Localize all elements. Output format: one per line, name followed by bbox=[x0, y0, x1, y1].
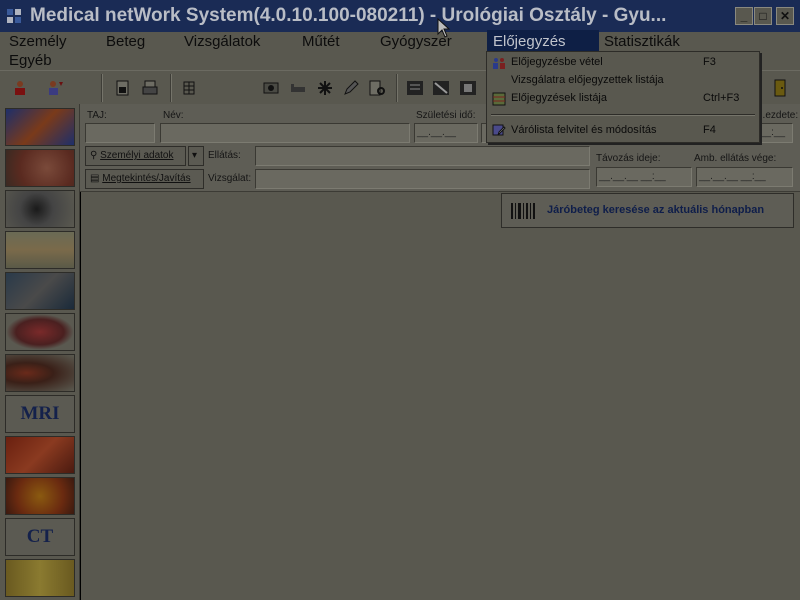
nev-input[interactable] bbox=[160, 123, 410, 143]
person-small-icon: ⚲ bbox=[90, 150, 101, 161]
menu-item-vizsgalatra-elojegyzettek[interactable]: Vizsgálatra előjegyzettek listája bbox=[511, 74, 664, 86]
module-imaging-button[interactable] bbox=[5, 272, 75, 310]
report-icon[interactable] bbox=[368, 79, 386, 97]
pencil-icon[interactable] bbox=[342, 79, 360, 97]
elojegyzes-dropdown: Előjegyzésbe vétel F3 Vizsgálatra előjeg… bbox=[486, 51, 760, 143]
vizsgalat-label: Vizsgálat: bbox=[208, 173, 252, 184]
person-icon[interactable] bbox=[11, 79, 29, 97]
grid-list-icon bbox=[492, 92, 506, 106]
window-title: Medical netWork System(4.0.10.100-080211… bbox=[30, 5, 667, 26]
menu-szemely[interactable]: Személy bbox=[9, 33, 67, 50]
print-icon[interactable] bbox=[141, 79, 159, 97]
vizsgalat-input[interactable] bbox=[255, 169, 590, 189]
document-icon[interactable] bbox=[114, 79, 132, 97]
bed-icon[interactable] bbox=[289, 79, 307, 97]
people-add-icon bbox=[493, 58, 505, 69]
menu-statisztikak[interactable]: Statisztikák bbox=[604, 33, 680, 50]
amb-ellatas-vege-input[interactable]: __.__.__ __:__ bbox=[696, 167, 793, 187]
megtekintes-javitas-label: Megtekintés/Javítás bbox=[102, 173, 191, 184]
title-bar: Medical netWork System(4.0.10.100-080211… bbox=[0, 0, 800, 32]
shortcut-f4: F4 bbox=[703, 124, 716, 136]
card-icon: ▤ bbox=[90, 173, 103, 184]
mouse-cursor-icon bbox=[437, 18, 451, 38]
exit-door-icon[interactable] bbox=[771, 79, 789, 97]
tavozas-ideje-label: Távozás ideje: bbox=[596, 153, 661, 164]
module-heart-button[interactable] bbox=[5, 190, 75, 228]
barcode-icon bbox=[511, 203, 535, 219]
jarobeteg-kereses-label: Járóbeteg keresése az aktuális hónapban bbox=[547, 204, 765, 216]
grid-icon[interactable] bbox=[180, 79, 198, 97]
examination-icon[interactable] bbox=[262, 79, 280, 97]
module-vessels-button[interactable] bbox=[5, 436, 75, 474]
module-lungs-button[interactable] bbox=[5, 313, 75, 351]
menu-mutet[interactable]: Műtét bbox=[302, 33, 340, 50]
menu-separator bbox=[491, 114, 755, 116]
szemelyi-adatok-label: Személyi adatok bbox=[100, 150, 174, 161]
module-kidneys-button[interactable] bbox=[5, 354, 75, 392]
module-mri-button[interactable]: MRI bbox=[5, 395, 75, 433]
kezdete-time-input[interactable]: __:__ bbox=[757, 123, 793, 143]
menu-vizsgalatok[interactable]: Vizsgálatok bbox=[184, 33, 260, 50]
amb-ellatas-vege-label: Amb. ellátás vége: bbox=[694, 153, 777, 164]
tavozas-ideje-input[interactable]: __.__.__ __:__ bbox=[596, 167, 692, 187]
shortcut-f3: F3 bbox=[703, 56, 716, 68]
shortcut-ctrl-f3: Ctrl+F3 bbox=[703, 92, 740, 104]
menu-beteg[interactable]: Beteg bbox=[106, 33, 145, 50]
toolbar-separator bbox=[170, 74, 172, 102]
szemelyi-adatok-button[interactable]: ⚲ Személyi adatok bbox=[85, 146, 186, 166]
close-button[interactable]: ✕ bbox=[776, 7, 794, 25]
snowflake-icon[interactable] bbox=[316, 79, 334, 97]
syringe-icon[interactable] bbox=[432, 79, 450, 97]
szemelyi-adatok-dropdown[interactable]: ▾ bbox=[188, 146, 204, 166]
taj-input[interactable] bbox=[85, 123, 155, 143]
left-module-strip: MRI CT bbox=[0, 104, 80, 600]
patient-icon[interactable] bbox=[46, 79, 64, 97]
jarobeteg-kereses-button[interactable]: Járóbeteg keresése az aktuális hónapban bbox=[501, 193, 794, 228]
minimize-button[interactable]: _ bbox=[735, 7, 753, 25]
toolbar-separator bbox=[101, 74, 103, 102]
ellatas-input[interactable] bbox=[255, 146, 590, 166]
chevron-down-icon: ▾ bbox=[192, 150, 198, 161]
module-ear-button[interactable] bbox=[5, 149, 75, 187]
module-ct-button[interactable]: CT bbox=[5, 518, 75, 556]
menu-elojegyzes[interactable]: Előjegyzés bbox=[493, 33, 566, 50]
menu-egyeb[interactable]: Egyéb bbox=[9, 52, 52, 69]
module-joint-button[interactable] bbox=[5, 559, 75, 597]
ellatas-label: Ellátás: bbox=[208, 150, 241, 161]
maximize-button[interactable]: □ bbox=[754, 7, 772, 25]
edit-list-icon bbox=[492, 124, 506, 136]
module-intestine-button[interactable] bbox=[5, 477, 75, 515]
menu-item-varolista[interactable]: Várólista felvitel és módosítás bbox=[511, 124, 657, 136]
toolbar-separator bbox=[396, 74, 398, 102]
megtekintes-javitas-button[interactable]: ▤ Megtekintés/Javítás bbox=[85, 169, 204, 189]
list-arrow-icon[interactable] bbox=[406, 79, 424, 97]
module-body-button[interactable] bbox=[5, 231, 75, 269]
calculator-icon[interactable] bbox=[459, 79, 477, 97]
szuletesi-ido-label: Születési idő: bbox=[416, 110, 476, 121]
szuletesi-ido-input[interactable]: __.__.__ bbox=[414, 123, 478, 143]
menu-item-elojegyzesek-listaja[interactable]: Előjegyzések listája bbox=[511, 92, 607, 104]
menu-item-elojegyzesbe-vetel[interactable]: Előjegyzésbe vétel bbox=[511, 56, 603, 68]
kezdete-label: ...ezdete: bbox=[757, 110, 799, 121]
app-icon bbox=[7, 9, 21, 23]
nev-label: Név: bbox=[163, 110, 184, 121]
module-hand-button[interactable] bbox=[5, 108, 75, 146]
taj-label: TAJ: bbox=[87, 110, 107, 121]
